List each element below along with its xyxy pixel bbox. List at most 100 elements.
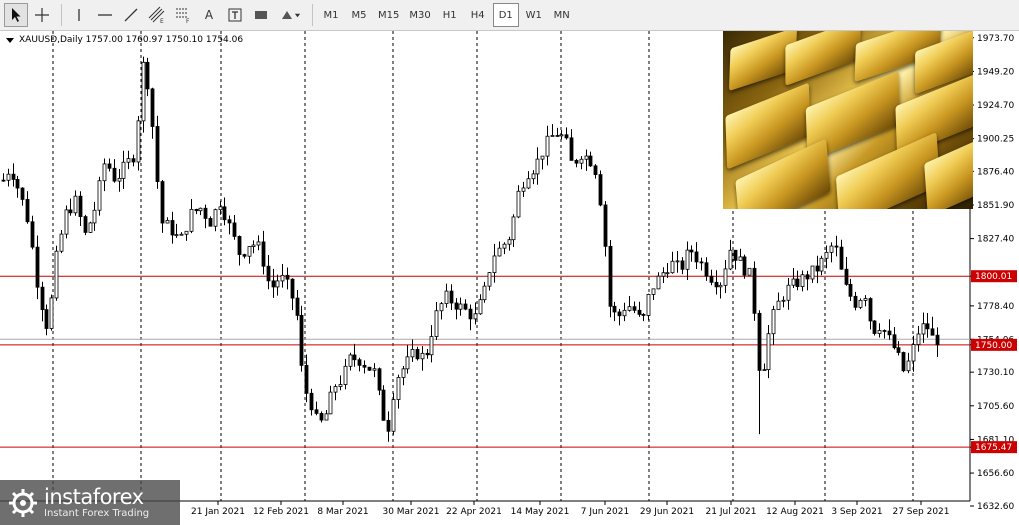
toolbar-separator [312,4,313,26]
candle-body-bear [242,254,247,257]
candle-body-bull [829,245,834,253]
candle-body-bear [386,419,391,432]
fibonacci-icon: F [176,8,190,24]
instaforex-logo-icon [9,488,37,517]
candle-body-bear [574,159,579,164]
timeframe-m15-button[interactable]: M15 [374,3,403,27]
candle-body-bear [304,364,309,394]
candle-body-bear [15,179,20,189]
level-label: 1675.47 [975,443,1012,453]
candle-body-bear [449,290,454,304]
vertical-line-tool-button[interactable] [67,3,91,27]
candle-body-bull [247,246,252,257]
candle-body-bull [280,274,285,282]
candle-body-bear [839,246,844,270]
candle-body-bear [222,206,227,221]
candle-body-bear [319,413,324,421]
candle-body-bear [555,135,560,137]
candle-body-bear [145,61,150,90]
trendline-tool-button[interactable] [119,3,143,27]
candle-body-bear [352,354,357,361]
candle-body-bull [434,310,439,337]
timeframe-w1-button[interactable]: W1 [521,3,547,27]
y-tick-label: 1924.70 [977,101,1014,111]
y-tick-label: 1876.40 [977,167,1014,177]
candle-body-bull [126,158,131,163]
candle-body-bull [559,134,564,137]
candle-body-bull [651,288,656,295]
x-tick-label: 12 Feb 2021 [253,507,309,517]
timeframe-h4-button[interactable]: H4 [465,3,491,27]
shapes-dropdown-button[interactable] [275,3,305,27]
crosshair-icon [35,8,49,22]
timeframe-m1-button[interactable]: M1 [318,3,344,27]
candle-body-bull [492,255,497,273]
candle-body-bull [444,290,449,305]
candle-body-bear [598,174,603,206]
candle-body-bull [405,356,410,370]
candle-body-bull [64,209,69,235]
candle-body-bear [78,195,83,217]
candle-body-bull [165,220,170,224]
text-tool-button[interactable]: A [197,3,221,27]
text-label-tool-button[interactable] [223,3,247,27]
x-tick-label: 8 Mar 2021 [317,507,368,517]
level-label: 1800.01 [975,272,1012,282]
price-chart[interactable]: XAUUSD,Daily 1757.00 1760.97 1750.10 175… [0,31,1019,525]
candle-body-bull [685,249,690,270]
candle-body-bull [198,207,203,212]
candle-body-bull [458,303,463,310]
candle-body-bull [497,247,502,257]
candle-body-bear [757,312,762,371]
candle-body-bull [324,413,329,421]
symbol-info: XAUUSD,Daily 1757.00 1760.97 1750.10 175… [6,35,243,45]
rectangle-tool-button[interactable] [249,3,273,27]
candle-body-bull [473,313,478,320]
candle-body-bull [877,330,882,334]
x-tick-label: 29 Jun 2021 [640,507,694,517]
candle-body-bull [718,284,723,288]
fibonacci-tool-button[interactable]: F [171,3,195,27]
candle-body-bear [632,306,637,311]
candle-body-bull [391,399,396,432]
candle-body-bull [665,272,670,275]
channel-tool-button[interactable]: E [145,3,169,27]
timeframe-m5-button[interactable]: M5 [346,3,372,27]
candle-body-bear [742,256,747,276]
candle-body-bull [338,384,343,387]
candle-body-bear [261,241,266,267]
timeframe-h1-button[interactable]: H1 [437,3,463,27]
candle-body-bull [420,352,425,360]
y-tick-label: 1900.25 [977,135,1014,145]
candle-body-bear [834,245,839,248]
y-tick-label: 1632.60 [977,502,1014,512]
candle-body-bull [762,369,767,372]
candle-body-bull [429,336,434,356]
candle-body-bear [160,181,165,224]
chart-toolbar: E F A M1 M5 M15 M30 H1 H4 D1 W1 MN [0,0,1019,31]
candle-body-bull [502,243,507,249]
candle-body-bear [285,274,290,280]
cursor-tool-button[interactable] [4,3,28,27]
collapse-triangle-icon[interactable] [6,37,14,43]
timeframe-m30-button[interactable]: M30 [405,3,434,27]
timeframe-d1-button[interactable]: D1 [492,3,519,27]
candle-body-bull [333,386,338,393]
toolbar-separator [61,4,62,26]
timeframe-mn-button[interactable]: MN [549,3,575,27]
candle-body-bull [218,206,223,211]
y-tick-label: 1656.60 [977,469,1014,479]
candle-body-bear [203,207,208,219]
horizontal-line-tool-button[interactable] [93,3,117,27]
candle-body-bear [415,348,420,360]
candle-body-bear [11,173,16,180]
crosshair-tool-button[interactable] [30,3,54,27]
instaforex-watermark: instaforex Instant Forex Trading [0,480,180,525]
candle-body-bear [641,314,646,316]
candle-body-bear [25,199,30,223]
candle-body-bull [256,241,261,246]
y-tick-label: 1705.60 [977,402,1014,412]
candle-body-bear [131,158,136,163]
candle-body-bear [290,278,295,299]
candle-body-bull [174,234,179,237]
